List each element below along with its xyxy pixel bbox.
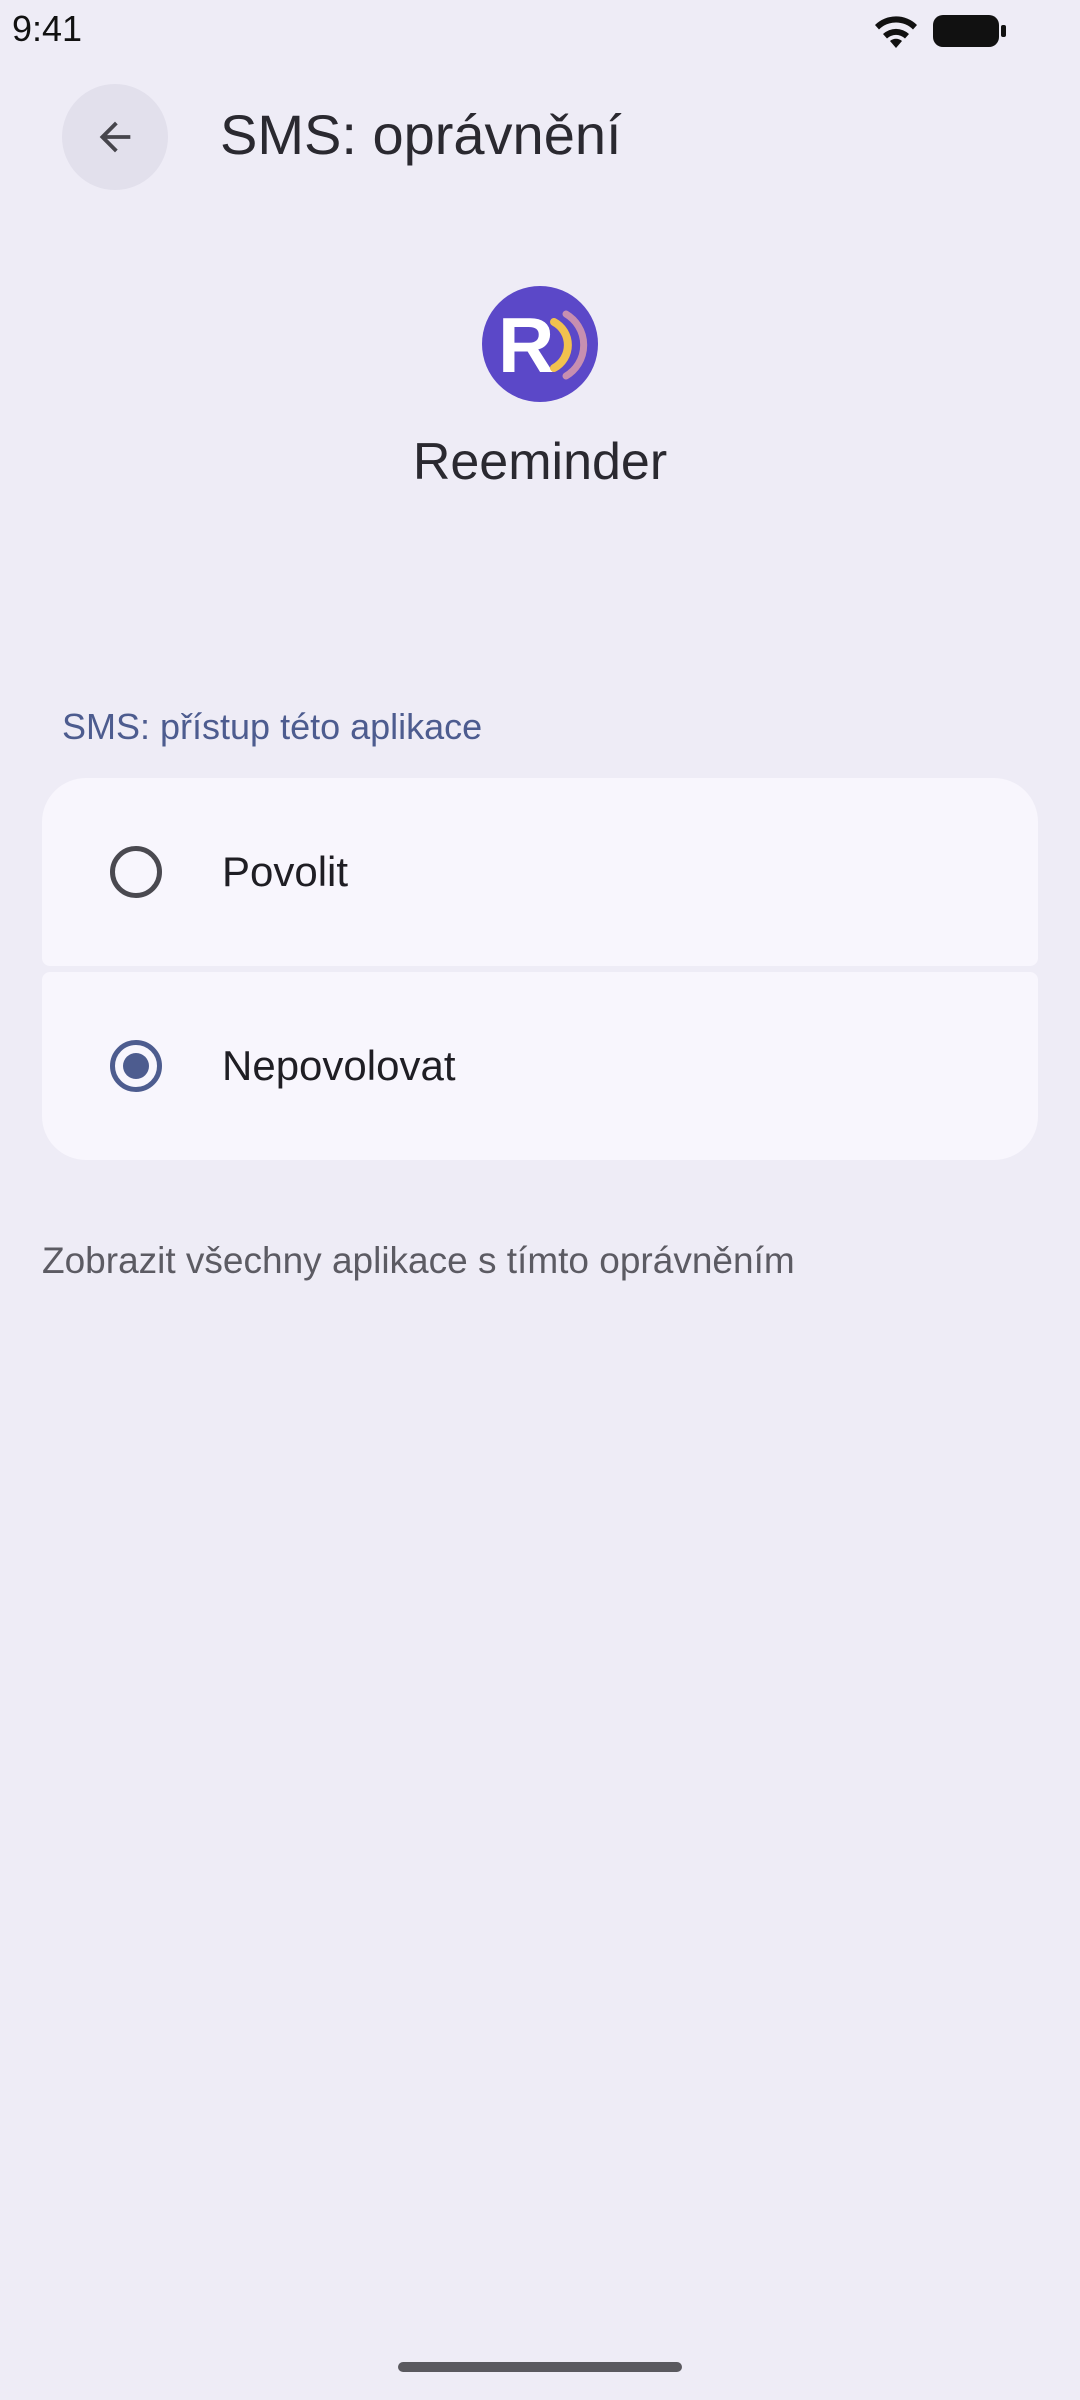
- status-bar: 9:41: [0, 0, 1080, 62]
- option-allow-label: Povolit: [222, 848, 349, 895]
- option-deny-label: Nepovolovat: [222, 1042, 456, 1089]
- see-all-apps-link[interactable]: Zobrazit všechny aplikace s tímto oprávn…: [42, 1240, 795, 1282]
- reeminder-app-icon: R: [482, 286, 598, 402]
- app-icon-letter: R: [498, 301, 554, 389]
- permission-screen: 9:41 SMS: oprávnění R Reeminder SMS: pří…: [0, 0, 1080, 2400]
- app-name: Reeminder: [412, 433, 668, 491]
- option-allow[interactable]: Povolit: [42, 778, 1038, 966]
- wifi-icon: [875, 16, 917, 48]
- option-deny[interactable]: Nepovolovat: [42, 972, 1038, 1160]
- page-title: SMS: oprávnění: [220, 103, 622, 166]
- arrow-back-icon: [99, 121, 131, 153]
- section-label: SMS: přístup této aplikace: [62, 706, 483, 747]
- back-button[interactable]: [62, 84, 168, 190]
- radio-allow[interactable]: [110, 846, 162, 898]
- status-time: 9:41: [12, 8, 83, 49]
- radio-deny[interactable]: [110, 1040, 162, 1092]
- battery-icon: [933, 15, 1006, 47]
- gesture-navigation-bar[interactable]: [398, 2362, 682, 2372]
